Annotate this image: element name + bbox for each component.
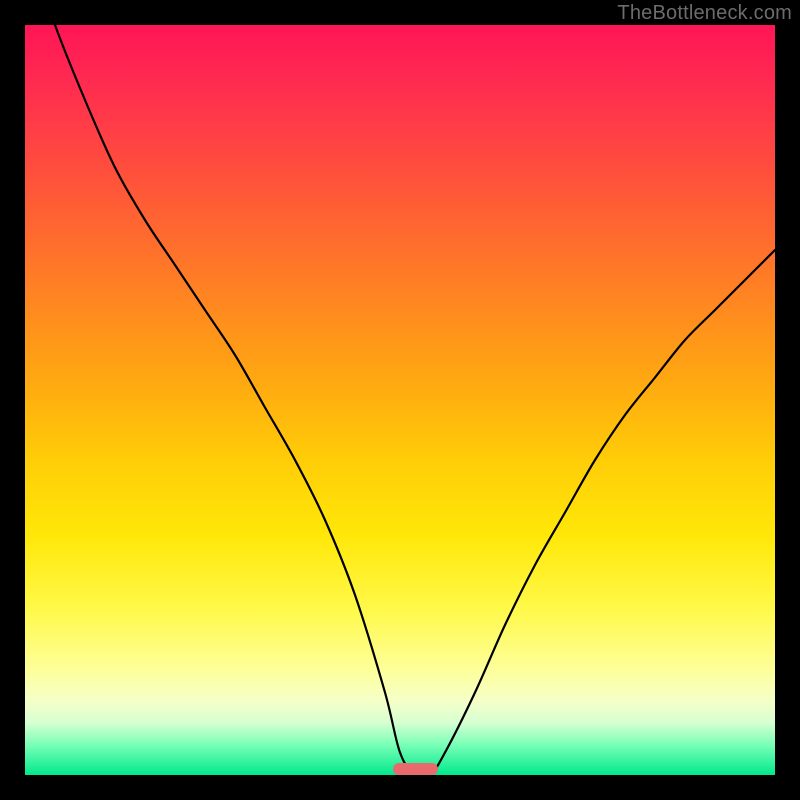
- bottleneck-curve: [25, 25, 775, 775]
- watermark-text: TheBottleneck.com: [617, 2, 792, 25]
- optimal-marker: [393, 763, 438, 775]
- plot-area: [25, 25, 775, 775]
- chart-frame: TheBottleneck.com: [0, 0, 800, 800]
- curve-path: [25, 25, 775, 775]
